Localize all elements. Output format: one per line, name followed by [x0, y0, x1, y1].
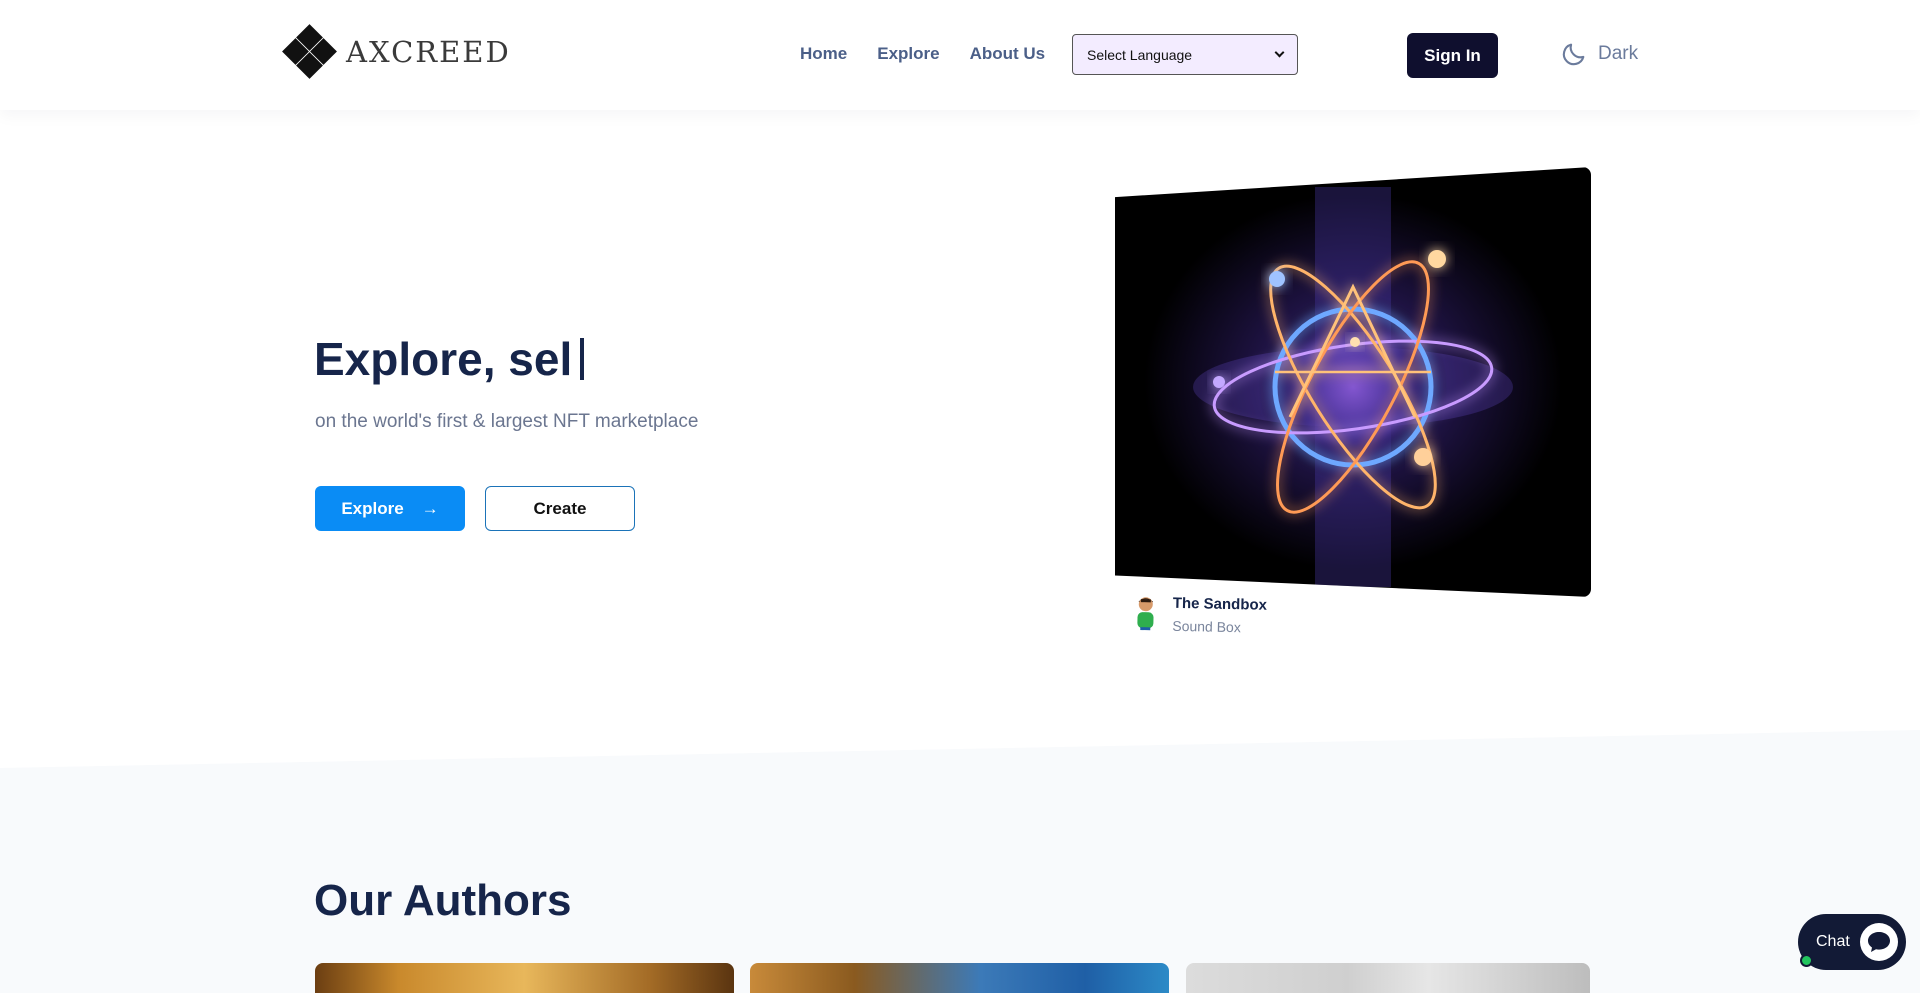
- nft-artwork: [1115, 167, 1591, 597]
- chat-label: Chat: [1816, 933, 1850, 950]
- nft-author[interactable]: The Sandbox Sound Box: [1134, 594, 1267, 636]
- featured-nft-card[interactable]: [1115, 167, 1591, 597]
- nft-collection-name: Sound Box: [1172, 617, 1241, 636]
- authors-heading: Our Authors: [314, 876, 572, 925]
- author-card[interactable]: [1186, 963, 1590, 993]
- nft-author-name: The Sandbox: [1172, 594, 1268, 614]
- chat-bubble-icon: [1860, 923, 1898, 961]
- nav-home[interactable]: Home: [800, 34, 847, 74]
- chat-widget[interactable]: Chat: [1798, 914, 1906, 970]
- main-nav: Home Explore About Us: [800, 34, 1075, 74]
- language-select-value: Select Language: [1087, 46, 1193, 63]
- online-status-dot: [1800, 954, 1813, 967]
- typing-cursor: [580, 338, 585, 380]
- explore-button-label: Explore: [341, 498, 404, 518]
- nav-about-us[interactable]: About Us: [970, 34, 1046, 74]
- site-header: AXCREED Home Explore About Us Select Lan…: [0, 0, 1920, 110]
- hero-title: Explore, sel: [314, 332, 585, 386]
- avatar: [1137, 597, 1154, 631]
- moon-icon: [1562, 43, 1585, 66]
- chevron-down-icon: [1274, 47, 1285, 58]
- logo-text: AXCREED: [346, 35, 511, 69]
- create-button[interactable]: Create: [485, 486, 635, 531]
- explore-button[interactable]: Explore →: [315, 486, 465, 531]
- language-select[interactable]: Select Language: [1072, 34, 1298, 75]
- theme-toggle-label: Dark: [1598, 43, 1639, 64]
- diamond-logo-icon: [282, 24, 337, 79]
- hero-title-text: Explore, sel: [314, 333, 573, 385]
- authors-section: [0, 730, 1920, 993]
- author-card[interactable]: [750, 963, 1169, 993]
- arrow-right-icon: →: [421, 498, 439, 518]
- atom-artwork-icon: [1193, 187, 1513, 587]
- hero-subtitle: on the world's first & largest NFT marke…: [315, 411, 699, 432]
- logo[interactable]: AXCREED: [282, 24, 511, 79]
- nav-explore[interactable]: Explore: [877, 34, 939, 74]
- sign-in-button[interactable]: Sign In: [1407, 33, 1498, 78]
- theme-toggle[interactable]: Dark: [1560, 40, 1638, 68]
- author-card[interactable]: [315, 963, 734, 993]
